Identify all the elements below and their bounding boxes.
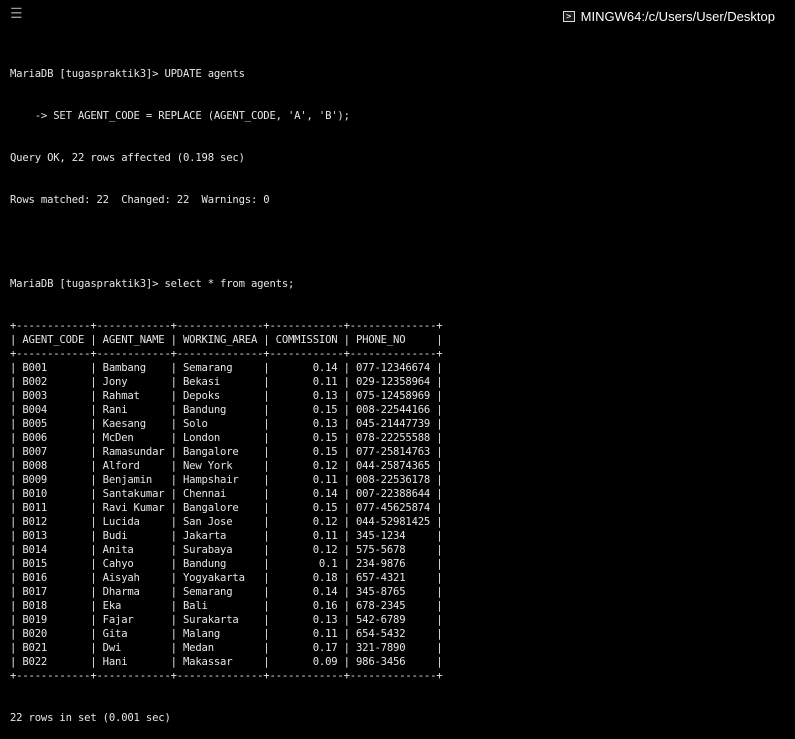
table-row: | B017 | Dharma | Semarang | 0.14 | 345-… [10,586,443,598]
table-row: | B019 | Fajar | Surakarta | 0.13 | 542-… [10,614,443,626]
result-table: +------------+------------+-------------… [10,319,790,683]
table-border-top: +------------+------------+-------------… [10,320,443,332]
query-result-status: Query OK, 22 rows affected (0.198 sec) [10,152,245,164]
table-row: | B015 | Cahyo | Bandung | 0.1 | 234-987… [10,558,443,570]
table-row: | B016 | Aisyah | Yogyakarta | 0.18 | 65… [10,572,443,584]
table-row: | B008 | Alford | New York | 0.12 | 044-… [10,460,443,472]
table-header-row: | AGENT_CODE | AGENT_NAME | WORKING_AREA… [10,334,443,346]
table-row: | B003 | Rahmat | Depoks | 0.13 | 075-12… [10,390,443,402]
table-row: | B012 | Lucida | San Jose | 0.12 | 044-… [10,516,443,528]
table-row: | B011 | Ravi Kumar | Bangalore | 0.15 |… [10,502,443,514]
table-row: | B020 | Gita | Malang | 0.11 | 654-5432… [10,628,443,640]
rows-matched-status: Rows matched: 22 Changed: 22 Warnings: 0 [10,194,270,206]
rows-in-set-status: 22 rows in set (0.001 sec) [10,712,171,724]
table-row: | B004 | Rani | Bandung | 0.15 | 008-225… [10,404,443,416]
table-row: | B002 | Jony | Bekasi | 0.11 | 029-1235… [10,376,443,388]
table-row: | B006 | McDen | London | 0.15 | 078-222… [10,432,443,444]
table-row: | B022 | Hani | Makassar | 0.09 | 986-34… [10,656,443,668]
table-row: | B013 | Budi | Jakarta | 0.11 | 345-123… [10,530,443,542]
window-title: > MINGW64:/c/Users/User/Desktop [562,7,775,25]
command-line-select: MariaDB [tugaspraktik3]> select * from a… [10,278,295,290]
table-border-header: +------------+------------+-------------… [10,348,443,360]
table-border-bottom: +------------+------------+-------------… [10,670,443,682]
table-row: | B005 | Kaesang | Solo | 0.13 | 045-214… [10,418,443,430]
terminal-output[interactable]: MariaDB [tugaspraktik3]> UPDATE agents -… [10,39,790,739]
window-title-text: MINGW64:/c/Users/User/Desktop [580,8,775,24]
table-row: | B010 | Santakumar | Chennai | 0.14 | 0… [10,488,443,500]
command-line-update-continuation: -> SET AGENT_CODE = REPLACE (AGENT_CODE,… [10,110,350,122]
terminal-icon: > [562,10,575,22]
table-row: | B007 | Ramasundar | Bangalore | 0.15 |… [10,446,443,458]
table-row: | B018 | Eka | Bali | 0.16 | 678-2345 | [10,600,443,612]
command-line-update: MariaDB [tugaspraktik3]> UPDATE agents [10,68,245,80]
table-row: | B001 | Bambang | Semarang | 0.14 | 077… [10,362,443,374]
hamburger-menu-icon[interactable]: ☰ [10,6,26,22]
table-row: | B021 | Dwi | Medan | 0.17 | 321-7890 | [10,642,443,654]
title-bar: ☰ > MINGW64:/c/Users/User/Desktop [0,0,795,30]
table-row: | B009 | Benjamin | Hampshair | 0.11 | 0… [10,474,443,486]
table-row: | B014 | Anita | Surabaya | 0.12 | 575-5… [10,544,443,556]
